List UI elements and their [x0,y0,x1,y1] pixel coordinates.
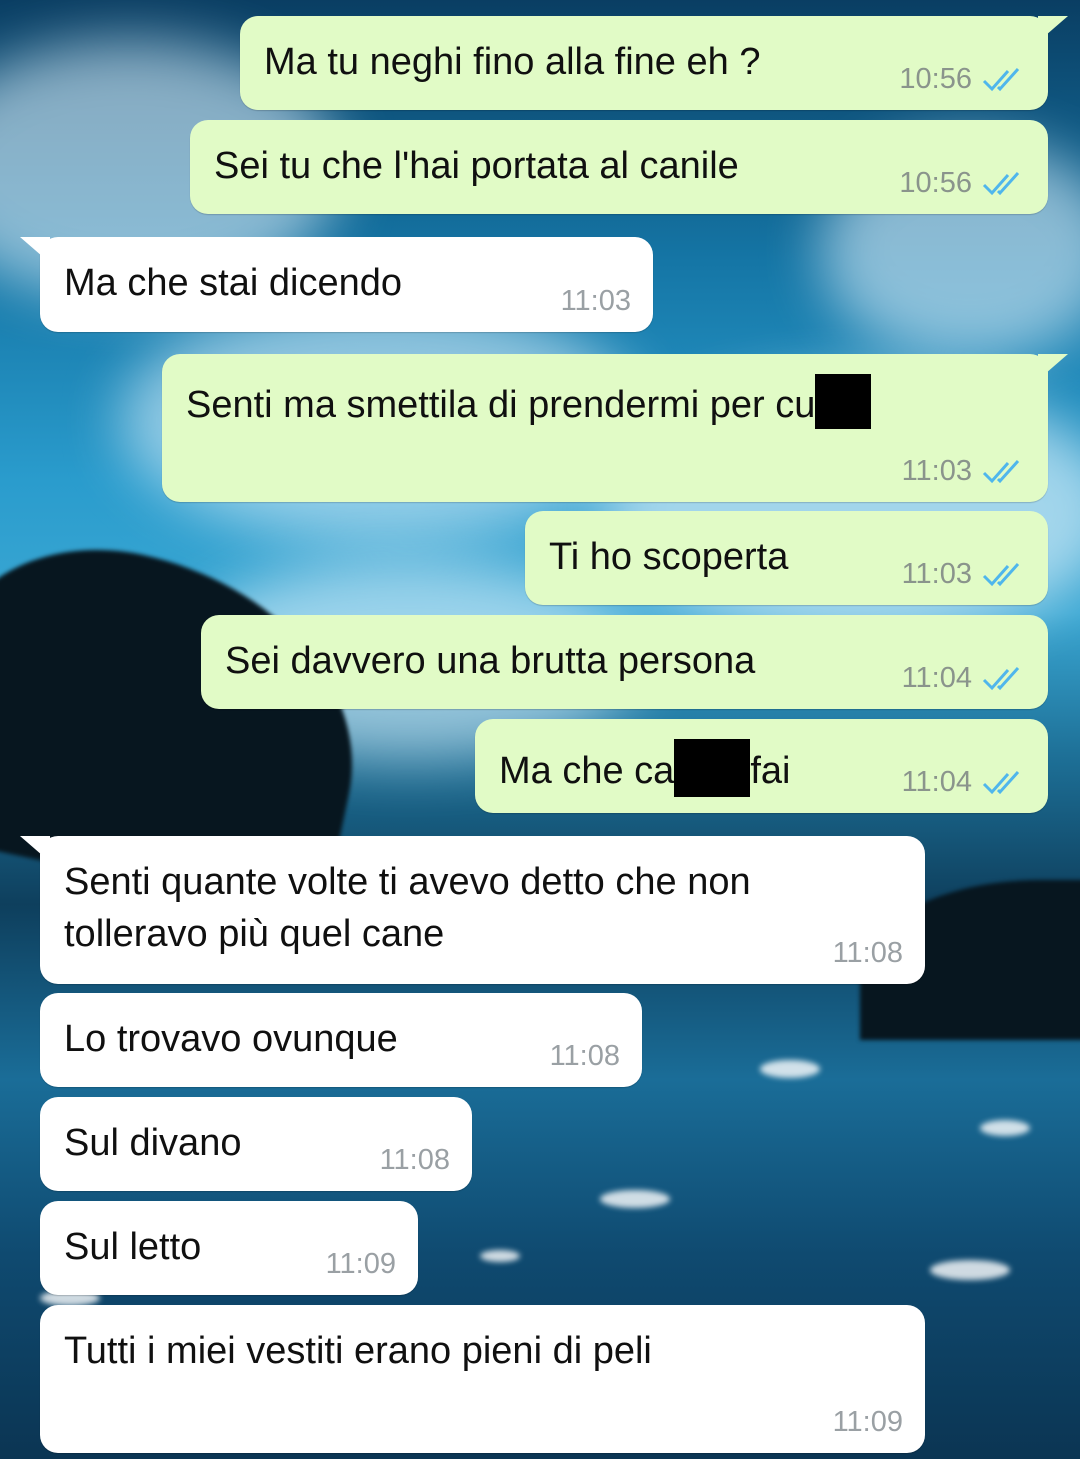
message-time: 11:08 [832,937,903,969]
message-incoming[interactable]: Sul divano 11:08 [40,1097,472,1191]
message-time: 11:03 [560,285,631,317]
message-text: Senti ma smettila di prendermi per cu [186,374,1024,431]
message-text: Tutti i miei vestiti erano pieni di peli [64,1330,652,1372]
message-outgoing[interactable]: Sei tu che l'hai portata al canile 10:56 [190,120,1048,214]
message-incoming[interactable]: Tutti i miei vestiti erano pieni di peli… [40,1305,925,1453]
message-incoming[interactable]: Senti quante volte ti avevo detto che no… [20,836,925,984]
message-outgoing[interactable]: Sei davvero una brutta persona 11:04 [201,615,1048,709]
message-outgoing[interactable]: Ma tu neghi fino alla fine eh ? 10:56 [240,16,1068,110]
message-time: 10:56 [899,167,972,199]
message-time: 11:04 [901,766,972,798]
message-text: Senti quante volte ti avevo detto che no… [64,861,751,955]
message-time: 11:08 [379,1144,450,1176]
message-incoming[interactable]: Lo trovavo ovunque 11:08 [40,993,642,1087]
message-text-visible: fai [750,750,791,792]
message-incoming[interactable]: Sul letto 11:09 [40,1201,418,1295]
message-outgoing[interactable]: Ma che ca fai 11:04 [475,719,1048,813]
message-text: Ma che stai dicendo [64,262,402,304]
message-time: 11:03 [901,455,972,487]
message-text-visible: Senti ma smettila di prendermi per cu [186,384,816,426]
redaction-box [815,374,872,429]
double-check-read-icon [982,67,1020,91]
message-outgoing[interactable]: Senti ma smettila di prendermi per cu 11… [162,354,1068,502]
double-check-read-icon [982,171,1020,195]
message-time: 11:09 [832,1406,903,1438]
message-incoming[interactable]: Ma che stai dicendo 11:03 [20,237,653,332]
message-outgoing[interactable]: Ti ho scoperta 11:03 [525,511,1048,605]
double-check-read-icon [982,666,1020,690]
message-time: 10:56 [899,63,972,95]
redaction-box [674,739,751,797]
message-text: Lo trovavo ovunque [64,1018,398,1060]
message-text-visible: Ma che ca [499,750,675,792]
message-time: 11:03 [901,558,972,590]
double-check-read-icon [982,562,1020,586]
message-time: 11:09 [325,1248,396,1280]
message-time: 11:08 [549,1040,620,1072]
double-check-read-icon [982,770,1020,794]
double-check-read-icon [982,459,1020,483]
message-time: 11:04 [901,662,972,694]
